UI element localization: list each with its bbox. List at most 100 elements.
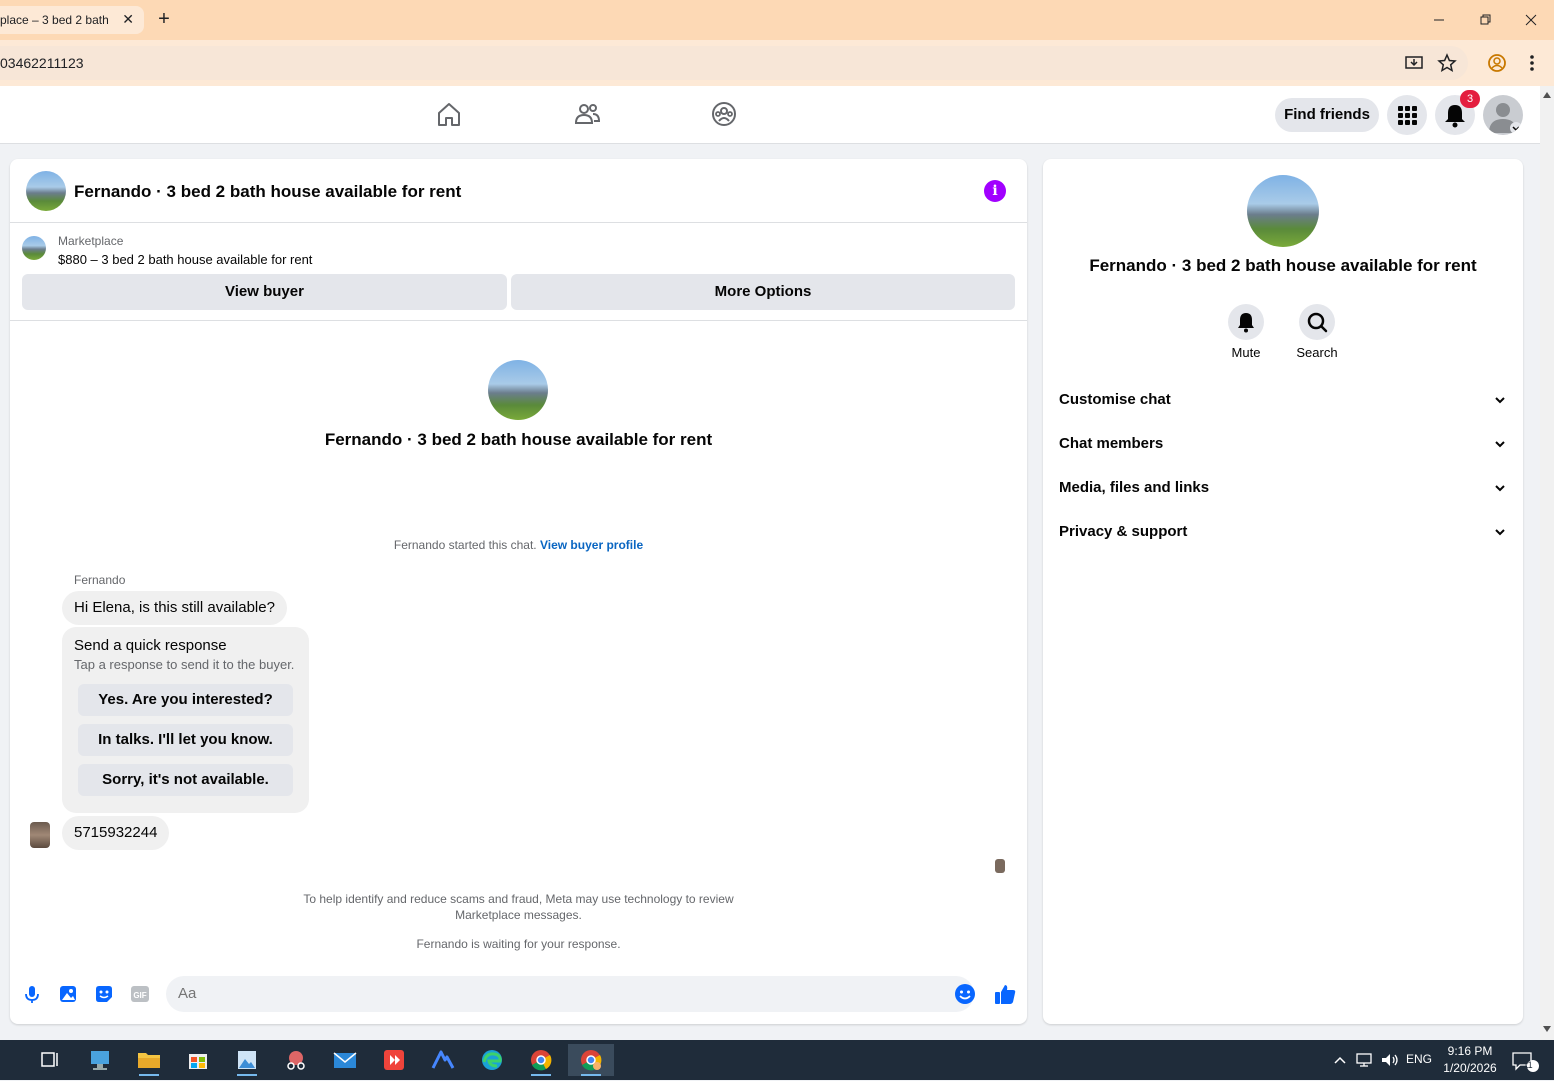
chat-info-panel: Fernando · 3 bed 2 bath house available …	[1043, 159, 1523, 1024]
mail-icon[interactable]	[325, 1044, 365, 1076]
marketplace-label: Marketplace	[58, 234, 124, 248]
message-bubble[interactable]: Hi Elena, is this still available?	[62, 591, 287, 625]
quick-response-not-available[interactable]: Sorry, it's not available.	[78, 764, 293, 796]
edge-icon[interactable]	[472, 1044, 512, 1076]
restore-icon[interactable]	[1473, 8, 1497, 32]
browser-tab[interactable]: place – 3 bed 2 bath house ✕	[0, 6, 144, 34]
menu-grid-button[interactable]	[1387, 95, 1427, 135]
bell-icon	[1238, 313, 1254, 333]
photo-viewer-icon[interactable]	[227, 1044, 267, 1076]
message-bubble[interactable]: 5715932244	[62, 816, 170, 850]
scam-notice: To help identify and reduce scams and fr…	[303, 892, 734, 922]
find-friends-button[interactable]: Find friends	[1275, 98, 1379, 132]
tab-close-icon[interactable]: ✕	[122, 11, 134, 28]
tab-title: place – 3 bed 2 bath house	[0, 13, 108, 27]
search-button[interactable]	[1299, 304, 1335, 340]
section-customise-chat[interactable]: Customise chat	[1059, 378, 1507, 422]
quick-response-subtitle: Tap a response to send it to the buyer.	[74, 657, 295, 672]
new-tab-button[interactable]: +	[152, 8, 176, 32]
file-explorer-icon[interactable]	[129, 1044, 169, 1076]
quick-response-yes[interactable]: Yes. Are you interested?	[78, 684, 293, 716]
emoji-icon[interactable]	[954, 983, 976, 1005]
microphone-icon[interactable]	[22, 984, 42, 1004]
message-input[interactable]	[166, 976, 974, 1012]
gif-icon[interactable]: GIF	[130, 984, 150, 1004]
chrome-icon[interactable]	[521, 1044, 561, 1076]
quick-response-in-talks[interactable]: In talks. I'll let you know.	[78, 724, 293, 756]
listing-price-title[interactable]: $880 – 3 bed 2 bath house available for …	[58, 252, 312, 267]
language-indicator[interactable]: ENG	[1406, 1052, 1432, 1066]
install-app-icon[interactable]	[1403, 52, 1425, 74]
section-label: Media, files and links	[1059, 479, 1210, 496]
network-icon[interactable]	[1355, 1052, 1373, 1073]
notification-count: 11	[1523, 1060, 1533, 1070]
waiting-notice: Fernando is waiting for your response.	[416, 937, 621, 951]
quick-response-title: Send a quick response	[74, 637, 227, 654]
chat-panel: Fernando · 3 bed 2 bath house available …	[10, 159, 1027, 1024]
section-chat-members[interactable]: Chat members	[1059, 422, 1507, 466]
browser-menu-icon[interactable]	[1521, 52, 1543, 74]
task-view-icon[interactable]	[30, 1044, 70, 1076]
groups-icon[interactable]	[710, 100, 738, 128]
show-hidden-icons-icon[interactable]	[1333, 1052, 1347, 1073]
section-label: Customise chat	[1059, 391, 1171, 408]
search-label: Search	[1296, 345, 1338, 360]
notification-badge: 3	[1460, 90, 1480, 108]
address-bar[interactable]: 03462211123	[0, 46, 1468, 80]
clock-time[interactable]: 9:16 PM	[1445, 1044, 1495, 1058]
profile-icon[interactable]	[1486, 52, 1508, 74]
home-icon[interactable]	[435, 100, 463, 128]
quick-response-card: Send a quick response Tap a response to …	[62, 627, 309, 813]
mute-label: Mute	[1231, 345, 1261, 360]
photo-icon[interactable]	[58, 984, 78, 1004]
info-icon[interactable]: i	[984, 180, 1006, 202]
minimize-icon[interactable]	[1427, 8, 1451, 32]
sender-name: Fernando	[74, 573, 126, 587]
chat-header: Fernando · 3 bed 2 bath house available …	[10, 159, 1027, 223]
this-pc-icon[interactable]	[80, 1044, 120, 1076]
snipping-tool-icon[interactable]	[276, 1044, 316, 1076]
running-indicator	[581, 1074, 601, 1076]
running-indicator	[531, 1074, 551, 1076]
listing-thumbnail[interactable]	[22, 236, 46, 260]
menu-grid-icon	[1398, 106, 1417, 125]
mute-button[interactable]	[1228, 304, 1264, 340]
chat-intro-avatar	[488, 360, 548, 420]
store-icon[interactable]	[178, 1044, 218, 1076]
view-buyer-button[interactable]: View buyer	[22, 274, 507, 310]
close-window-icon[interactable]	[1519, 8, 1543, 32]
seen-indicator-avatar	[995, 859, 1005, 873]
account-avatar[interactable]	[1483, 95, 1523, 135]
listing-avatar[interactable]	[26, 171, 66, 211]
browser-titlebar: place – 3 bed 2 bath house ✕ +	[0, 0, 1554, 40]
chevron-down-icon	[1493, 510, 1507, 571]
view-buyer-profile-link[interactable]: View buyer profile	[540, 538, 643, 552]
anydesk-icon[interactable]	[374, 1044, 414, 1076]
clock-date[interactable]: 1/20/2026	[1440, 1061, 1500, 1075]
section-label: Chat members	[1059, 435, 1164, 452]
chrome-profile-icon[interactable]	[568, 1044, 614, 1076]
running-indicator	[139, 1074, 159, 1076]
section-privacy-support[interactable]: Privacy & support	[1059, 510, 1507, 554]
svg-text:GIF: GIF	[133, 991, 146, 1000]
info-panel-title: Fernando · 3 bed 2 bath house available …	[1089, 256, 1477, 275]
like-thumb-icon[interactable]	[993, 982, 1017, 1006]
chat-title[interactable]: Fernando · 3 bed 2 bath house available …	[74, 182, 461, 202]
bookmark-star-icon[interactable]	[1436, 52, 1458, 74]
info-panel-avatar[interactable]	[1247, 175, 1319, 247]
browser-toolbar: 03462211123	[0, 40, 1554, 86]
started-text: Fernando started this chat.	[393, 538, 537, 552]
chat-started-notice: Fernando started this chat. View buyer p…	[10, 538, 1027, 552]
more-options-button[interactable]: More Options	[511, 274, 1015, 310]
nordvpn-icon[interactable]	[423, 1044, 463, 1076]
search-icon	[1307, 312, 1328, 333]
windows-taskbar: ENG 9:16 PM 1/20/2026 11	[0, 1040, 1554, 1080]
section-media-files-links[interactable]: Media, files and links	[1059, 466, 1507, 510]
facebook-navbar: Find friends 3	[0, 86, 1540, 144]
section-label: Privacy & support	[1059, 523, 1188, 540]
sender-avatar[interactable]	[30, 822, 50, 848]
friends-icon[interactable]	[573, 100, 601, 128]
sticker-icon[interactable]	[94, 984, 114, 1004]
volume-icon[interactable]	[1380, 1052, 1400, 1073]
page-scrollbar[interactable]	[1540, 86, 1554, 1040]
